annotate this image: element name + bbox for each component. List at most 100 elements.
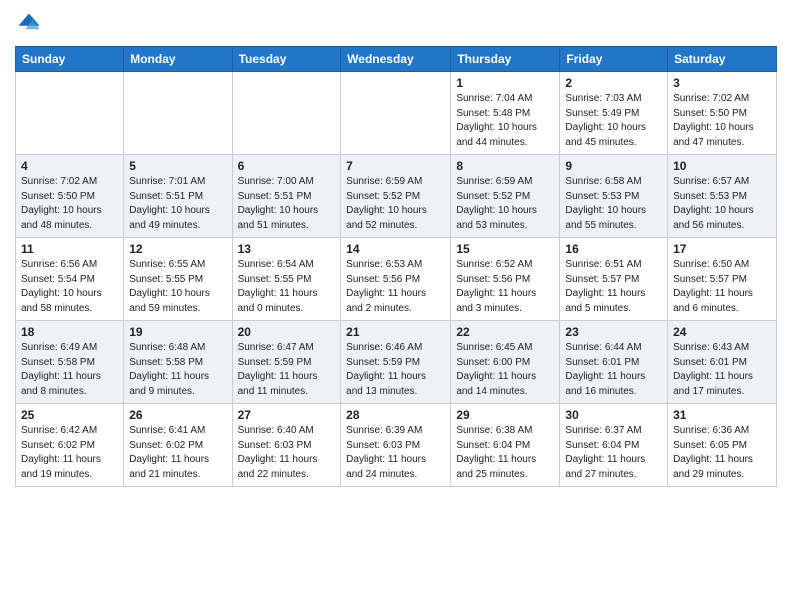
day-info: Sunrise: 6:42 AM Sunset: 6:02 PM Dayligh…: [21, 424, 118, 482]
calendar-header-monday: Monday: [124, 47, 232, 72]
day-number: 19: [129, 325, 226, 339]
day-info: Sunrise: 6:49 AM Sunset: 5:58 PM Dayligh…: [21, 341, 118, 399]
day-number: 17: [673, 242, 771, 256]
calendar-header-row: SundayMondayTuesdayWednesdayThursdayFrid…: [16, 47, 777, 72]
day-number: 7: [346, 159, 445, 173]
day-number: 15: [456, 242, 554, 256]
calendar-cell: 29Sunrise: 6:38 AM Sunset: 6:04 PM Dayli…: [451, 404, 560, 487]
day-number: 10: [673, 159, 771, 173]
day-info: Sunrise: 6:37 AM Sunset: 6:04 PM Dayligh…: [565, 424, 662, 482]
logo-icon: [15, 10, 43, 38]
calendar-cell: 12 Sunrise: 6:55 AM Sunset: 5:55 PM Dayli…: [124, 238, 232, 321]
day-info: Sunrise: 6:44 AM Sunset: 6:01 PM Dayligh…: [565, 341, 662, 399]
calendar-cell: 10 Sunrise: 6:57 AM Sunset: 5:53 PM Dayli…: [668, 155, 777, 238]
day-info: Sunrise: 6:52 AM Sunset: 5:56 PM Dayligh…: [456, 258, 554, 316]
calendar-cell: 31 Sunrise: 6:36 AM Sunset: 6:05 PM Dayli…: [668, 404, 777, 487]
day-number: 1: [456, 76, 554, 90]
day-number: 21: [346, 325, 445, 339]
day-number: 26: [129, 408, 226, 422]
day-number: 25: [21, 408, 118, 422]
day-number: 5: [129, 159, 226, 173]
page: SundayMondayTuesdayWednesdayThursdayFrid…: [0, 0, 792, 502]
day-info: Sunrise: 7:03 AM Sunset: 5:49 PM Dayligh…: [565, 92, 662, 150]
calendar-cell: 6Sunrise: 7:00 AM Sunset: 5:51 PM Daylig…: [232, 155, 341, 238]
calendar-cell: 28 Sunrise: 6:39 AM Sunset: 6:03 PM Dayli…: [341, 404, 451, 487]
calendar-cell: 2 Sunrise: 7:03 AM Sunset: 5:49 PM Daylig…: [560, 72, 668, 155]
calendar-header-sunday: Sunday: [16, 47, 124, 72]
day-number: 8: [456, 159, 554, 173]
calendar-cell: [341, 72, 451, 155]
day-info: Sunrise: 6:39 AM Sunset: 6:03 PM Dayligh…: [346, 424, 445, 482]
calendar-week-2: 4 Sunrise: 7:02 AM Sunset: 5:50 PM Daylig…: [16, 155, 777, 238]
day-info: Sunrise: 6:43 AM Sunset: 6:01 PM Dayligh…: [673, 341, 771, 399]
calendar-header-tuesday: Tuesday: [232, 47, 341, 72]
day-info: Sunrise: 7:04 AM Sunset: 5:48 PM Dayligh…: [456, 92, 554, 150]
calendar-cell: 17Sunrise: 6:50 AM Sunset: 5:57 PM Dayli…: [668, 238, 777, 321]
day-number: 18: [21, 325, 118, 339]
calendar-cell: 25 Sunrise: 6:42 AM Sunset: 6:02 PM Dayli…: [16, 404, 124, 487]
day-info: Sunrise: 6:36 AM Sunset: 6:05 PM Dayligh…: [673, 424, 771, 482]
day-number: 29: [456, 408, 554, 422]
calendar-cell: 21 Sunrise: 6:46 AM Sunset: 5:59 PM Dayli…: [341, 321, 451, 404]
calendar-cell: 9Sunrise: 6:58 AM Sunset: 5:53 PM Daylig…: [560, 155, 668, 238]
day-info: Sunrise: 6:45 AM Sunset: 6:00 PM Dayligh…: [456, 341, 554, 399]
day-number: 24: [673, 325, 771, 339]
day-info: Sunrise: 6:56 AM Sunset: 5:54 PM Dayligh…: [21, 258, 118, 316]
day-number: 16: [565, 242, 662, 256]
calendar-header-thursday: Thursday: [451, 47, 560, 72]
day-number: 22: [456, 325, 554, 339]
calendar-header-saturday: Saturday: [668, 47, 777, 72]
day-number: 11: [21, 242, 118, 256]
day-number: 27: [238, 408, 336, 422]
day-number: 14: [346, 242, 445, 256]
day-number: 20: [238, 325, 336, 339]
day-info: Sunrise: 6:59 AM Sunset: 5:52 PM Dayligh…: [456, 175, 554, 233]
day-number: 31: [673, 408, 771, 422]
calendar-cell: 30 Sunrise: 6:37 AM Sunset: 6:04 PM Dayli…: [560, 404, 668, 487]
calendar-week-5: 25 Sunrise: 6:42 AM Sunset: 6:02 PM Dayli…: [16, 404, 777, 487]
day-number: 9: [565, 159, 662, 173]
calendar-header-friday: Friday: [560, 47, 668, 72]
calendar-cell: [232, 72, 341, 155]
calendar-cell: 14 Sunrise: 6:53 AM Sunset: 5:56 PM Dayli…: [341, 238, 451, 321]
day-number: 23: [565, 325, 662, 339]
calendar-cell: 7 Sunrise: 6:59 AM Sunset: 5:52 PM Daylig…: [341, 155, 451, 238]
calendar-week-4: 18 Sunrise: 6:49 AM Sunset: 5:58 PM Dayli…: [16, 321, 777, 404]
day-info: Sunrise: 6:57 AM Sunset: 5:53 PM Dayligh…: [673, 175, 771, 233]
calendar-cell: 4 Sunrise: 7:02 AM Sunset: 5:50 PM Daylig…: [16, 155, 124, 238]
calendar-cell: 18 Sunrise: 6:49 AM Sunset: 5:58 PM Dayli…: [16, 321, 124, 404]
calendar-cell: 8 Sunrise: 6:59 AM Sunset: 5:52 PM Daylig…: [451, 155, 560, 238]
calendar-cell: 19 Sunrise: 6:48 AM Sunset: 5:58 PM Dayli…: [124, 321, 232, 404]
day-info: Sunrise: 6:48 AM Sunset: 5:58 PM Dayligh…: [129, 341, 226, 399]
day-info: Sunrise: 6:46 AM Sunset: 5:59 PM Dayligh…: [346, 341, 445, 399]
day-number: 13: [238, 242, 336, 256]
calendar-cell: 23 Sunrise: 6:44 AM Sunset: 6:01 PM Dayli…: [560, 321, 668, 404]
calendar-cell: 27 Sunrise: 6:40 AM Sunset: 6:03 PM Dayli…: [232, 404, 341, 487]
day-number: 30: [565, 408, 662, 422]
calendar-cell: 3 Sunrise: 7:02 AM Sunset: 5:50 PM Daylig…: [668, 72, 777, 155]
day-info: Sunrise: 7:02 AM Sunset: 5:50 PM Dayligh…: [673, 92, 771, 150]
day-number: 12: [129, 242, 226, 256]
calendar-cell: 20Sunrise: 6:47 AM Sunset: 5:59 PM Dayli…: [232, 321, 341, 404]
day-info: Sunrise: 6:59 AM Sunset: 5:52 PM Dayligh…: [346, 175, 445, 233]
day-info: Sunrise: 6:55 AM Sunset: 5:55 PM Dayligh…: [129, 258, 226, 316]
day-number: 28: [346, 408, 445, 422]
calendar-week-3: 11 Sunrise: 6:56 AM Sunset: 5:54 PM Dayli…: [16, 238, 777, 321]
calendar-cell: 15 Sunrise: 6:52 AM Sunset: 5:56 PM Dayli…: [451, 238, 560, 321]
calendar-cell: 24 Sunrise: 6:43 AM Sunset: 6:01 PM Dayli…: [668, 321, 777, 404]
day-info: Sunrise: 6:53 AM Sunset: 5:56 PM Dayligh…: [346, 258, 445, 316]
calendar-cell: 26Sunrise: 6:41 AM Sunset: 6:02 PM Dayli…: [124, 404, 232, 487]
calendar: SundayMondayTuesdayWednesdayThursdayFrid…: [15, 46, 777, 487]
day-number: 3: [673, 76, 771, 90]
calendar-cell: [16, 72, 124, 155]
day-info: Sunrise: 6:40 AM Sunset: 6:03 PM Dayligh…: [238, 424, 336, 482]
calendar-cell: 13Sunrise: 6:54 AM Sunset: 5:55 PM Dayli…: [232, 238, 341, 321]
calendar-cell: 22 Sunrise: 6:45 AM Sunset: 6:00 PM Dayli…: [451, 321, 560, 404]
logo: [15, 10, 47, 38]
calendar-cell: 11 Sunrise: 6:56 AM Sunset: 5:54 PM Dayli…: [16, 238, 124, 321]
day-info: Sunrise: 7:00 AM Sunset: 5:51 PM Dayligh…: [238, 175, 336, 233]
day-number: 4: [21, 159, 118, 173]
day-number: 2: [565, 76, 662, 90]
header: [15, 10, 777, 38]
day-info: Sunrise: 7:02 AM Sunset: 5:50 PM Dayligh…: [21, 175, 118, 233]
